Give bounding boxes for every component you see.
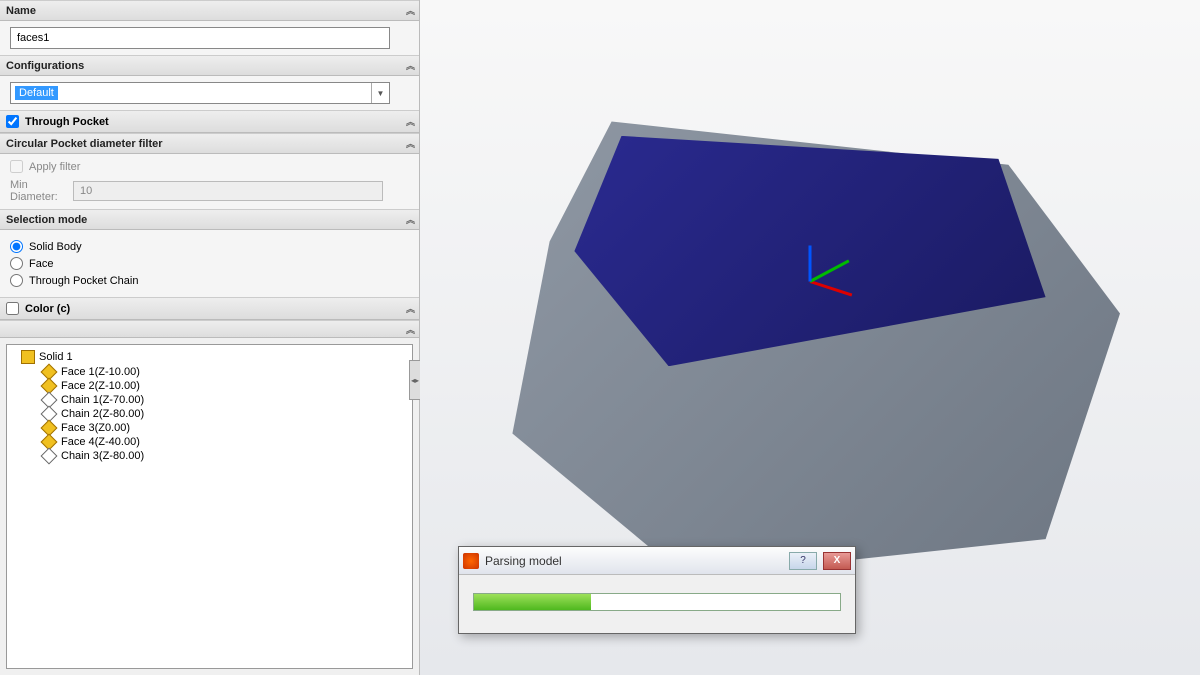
tree-item[interactable]: Face 2(Z-10.00): [9, 379, 410, 393]
tree-item[interactable]: Face 1(Z-10.00): [9, 365, 410, 379]
tree-item[interactable]: Chain 2(Z-80.00): [9, 407, 410, 421]
progress-fill: [474, 594, 591, 610]
collapse-icon[interactable]: ︽: [406, 302, 413, 315]
radio-face[interactable]: [10, 257, 23, 270]
dialog-title: Parsing model: [485, 554, 783, 568]
progress-bar: [473, 593, 841, 611]
selmode-body: Solid Body Face Through Pocket Chain: [0, 230, 419, 297]
name-label: Name: [6, 5, 36, 17]
through-pocket-row[interactable]: Through Pocket ︽: [0, 110, 419, 133]
config-section-header[interactable]: Configurations ︽: [0, 55, 419, 76]
selmode-header[interactable]: Selection mode ︽: [0, 209, 419, 230]
tree-item-label: Face 4(Z-40.00): [61, 436, 140, 448]
name-section-body: [0, 21, 419, 55]
tree-item[interactable]: Face 3(Z0.00): [9, 421, 410, 435]
tree-item-label: Face 1(Z-10.00): [61, 366, 140, 378]
tree-section-header[interactable]: ︽: [0, 320, 419, 338]
name-input[interactable]: [10, 27, 390, 49]
collapse-icon[interactable]: ︽: [406, 137, 413, 150]
radio-face-label: Face: [29, 258, 53, 270]
tree-item[interactable]: Chain 1(Z-70.00): [9, 393, 410, 407]
tree-item-label: Chain 1(Z-70.00): [61, 394, 144, 406]
cpfilter-label: Circular Pocket diameter filter: [6, 138, 163, 150]
tree-item[interactable]: Chain 3(Z-80.00): [9, 449, 410, 463]
model-render: [500, 98, 1120, 578]
name-section-header[interactable]: Name ︽: [0, 0, 419, 21]
geometry-tree[interactable]: Solid 1 Face 1(Z-10.00) Face 2(Z-10.00) Ch…: [6, 344, 413, 669]
color-label: Color (c): [25, 303, 70, 315]
parsing-model-dialog: Parsing model ? X: [458, 546, 856, 634]
collapse-icon[interactable]: ︽: [406, 4, 413, 17]
through-pocket-label: Through Pocket: [25, 116, 109, 128]
config-section-body: Default ▼: [0, 76, 419, 110]
through-pocket-checkbox[interactable]: [6, 115, 19, 128]
color-row[interactable]: Color (c) ︽: [0, 297, 419, 320]
radio-solid-label: Solid Body: [29, 241, 82, 253]
origin-triad: [810, 280, 812, 282]
dialog-close-button[interactable]: X: [823, 552, 851, 570]
tree-item-label: Chain 2(Z-80.00): [61, 408, 144, 420]
selmode-label: Selection mode: [6, 214, 87, 226]
dialog-body: [459, 575, 855, 633]
cpfilter-header[interactable]: Circular Pocket diameter filter ︽: [0, 133, 419, 154]
radio-through-pocket-chain[interactable]: [10, 274, 23, 287]
tree-item-label: Face 2(Z-10.00): [61, 380, 140, 392]
tree-item[interactable]: Face 4(Z-40.00): [9, 435, 410, 449]
tree-root-label: Solid 1: [39, 351, 73, 363]
collapse-icon[interactable]: ︽: [406, 115, 413, 128]
config-selected: Default: [15, 86, 58, 100]
solid-icon: [21, 350, 35, 364]
collapse-icon[interactable]: ︽: [406, 323, 413, 336]
property-panel: Name ︽ Configurations ︽ Default ▼ Throug…: [0, 0, 420, 675]
z-axis-icon: [809, 245, 812, 281]
apply-filter-label: Apply filter: [29, 161, 80, 173]
cpfilter-body: Apply filter Min Diameter:: [0, 154, 419, 209]
dialog-titlebar[interactable]: Parsing model ? X: [459, 547, 855, 575]
dialog-help-button[interactable]: ?: [789, 552, 817, 570]
apply-filter-checkbox: [10, 160, 23, 173]
chevron-down-icon[interactable]: ▼: [371, 83, 389, 103]
tree-item-label: Chain 3(Z-80.00): [61, 450, 144, 462]
config-label: Configurations: [6, 60, 84, 72]
tree-item-label: Face 3(Z0.00): [61, 422, 130, 434]
collapse-icon[interactable]: ︽: [406, 59, 413, 72]
radio-chain-label: Through Pocket Chain: [29, 275, 138, 287]
color-checkbox[interactable]: [6, 302, 19, 315]
collapse-icon[interactable]: ︽: [406, 213, 413, 226]
app-icon: [463, 553, 479, 569]
tree-root[interactable]: Solid 1: [9, 349, 410, 365]
radio-solid-body[interactable]: [10, 240, 23, 253]
chain-icon: [41, 448, 58, 465]
min-diameter-input: [73, 181, 383, 201]
min-diameter-label: Min Diameter:: [10, 179, 65, 203]
config-combo[interactable]: Default ▼: [10, 82, 390, 104]
